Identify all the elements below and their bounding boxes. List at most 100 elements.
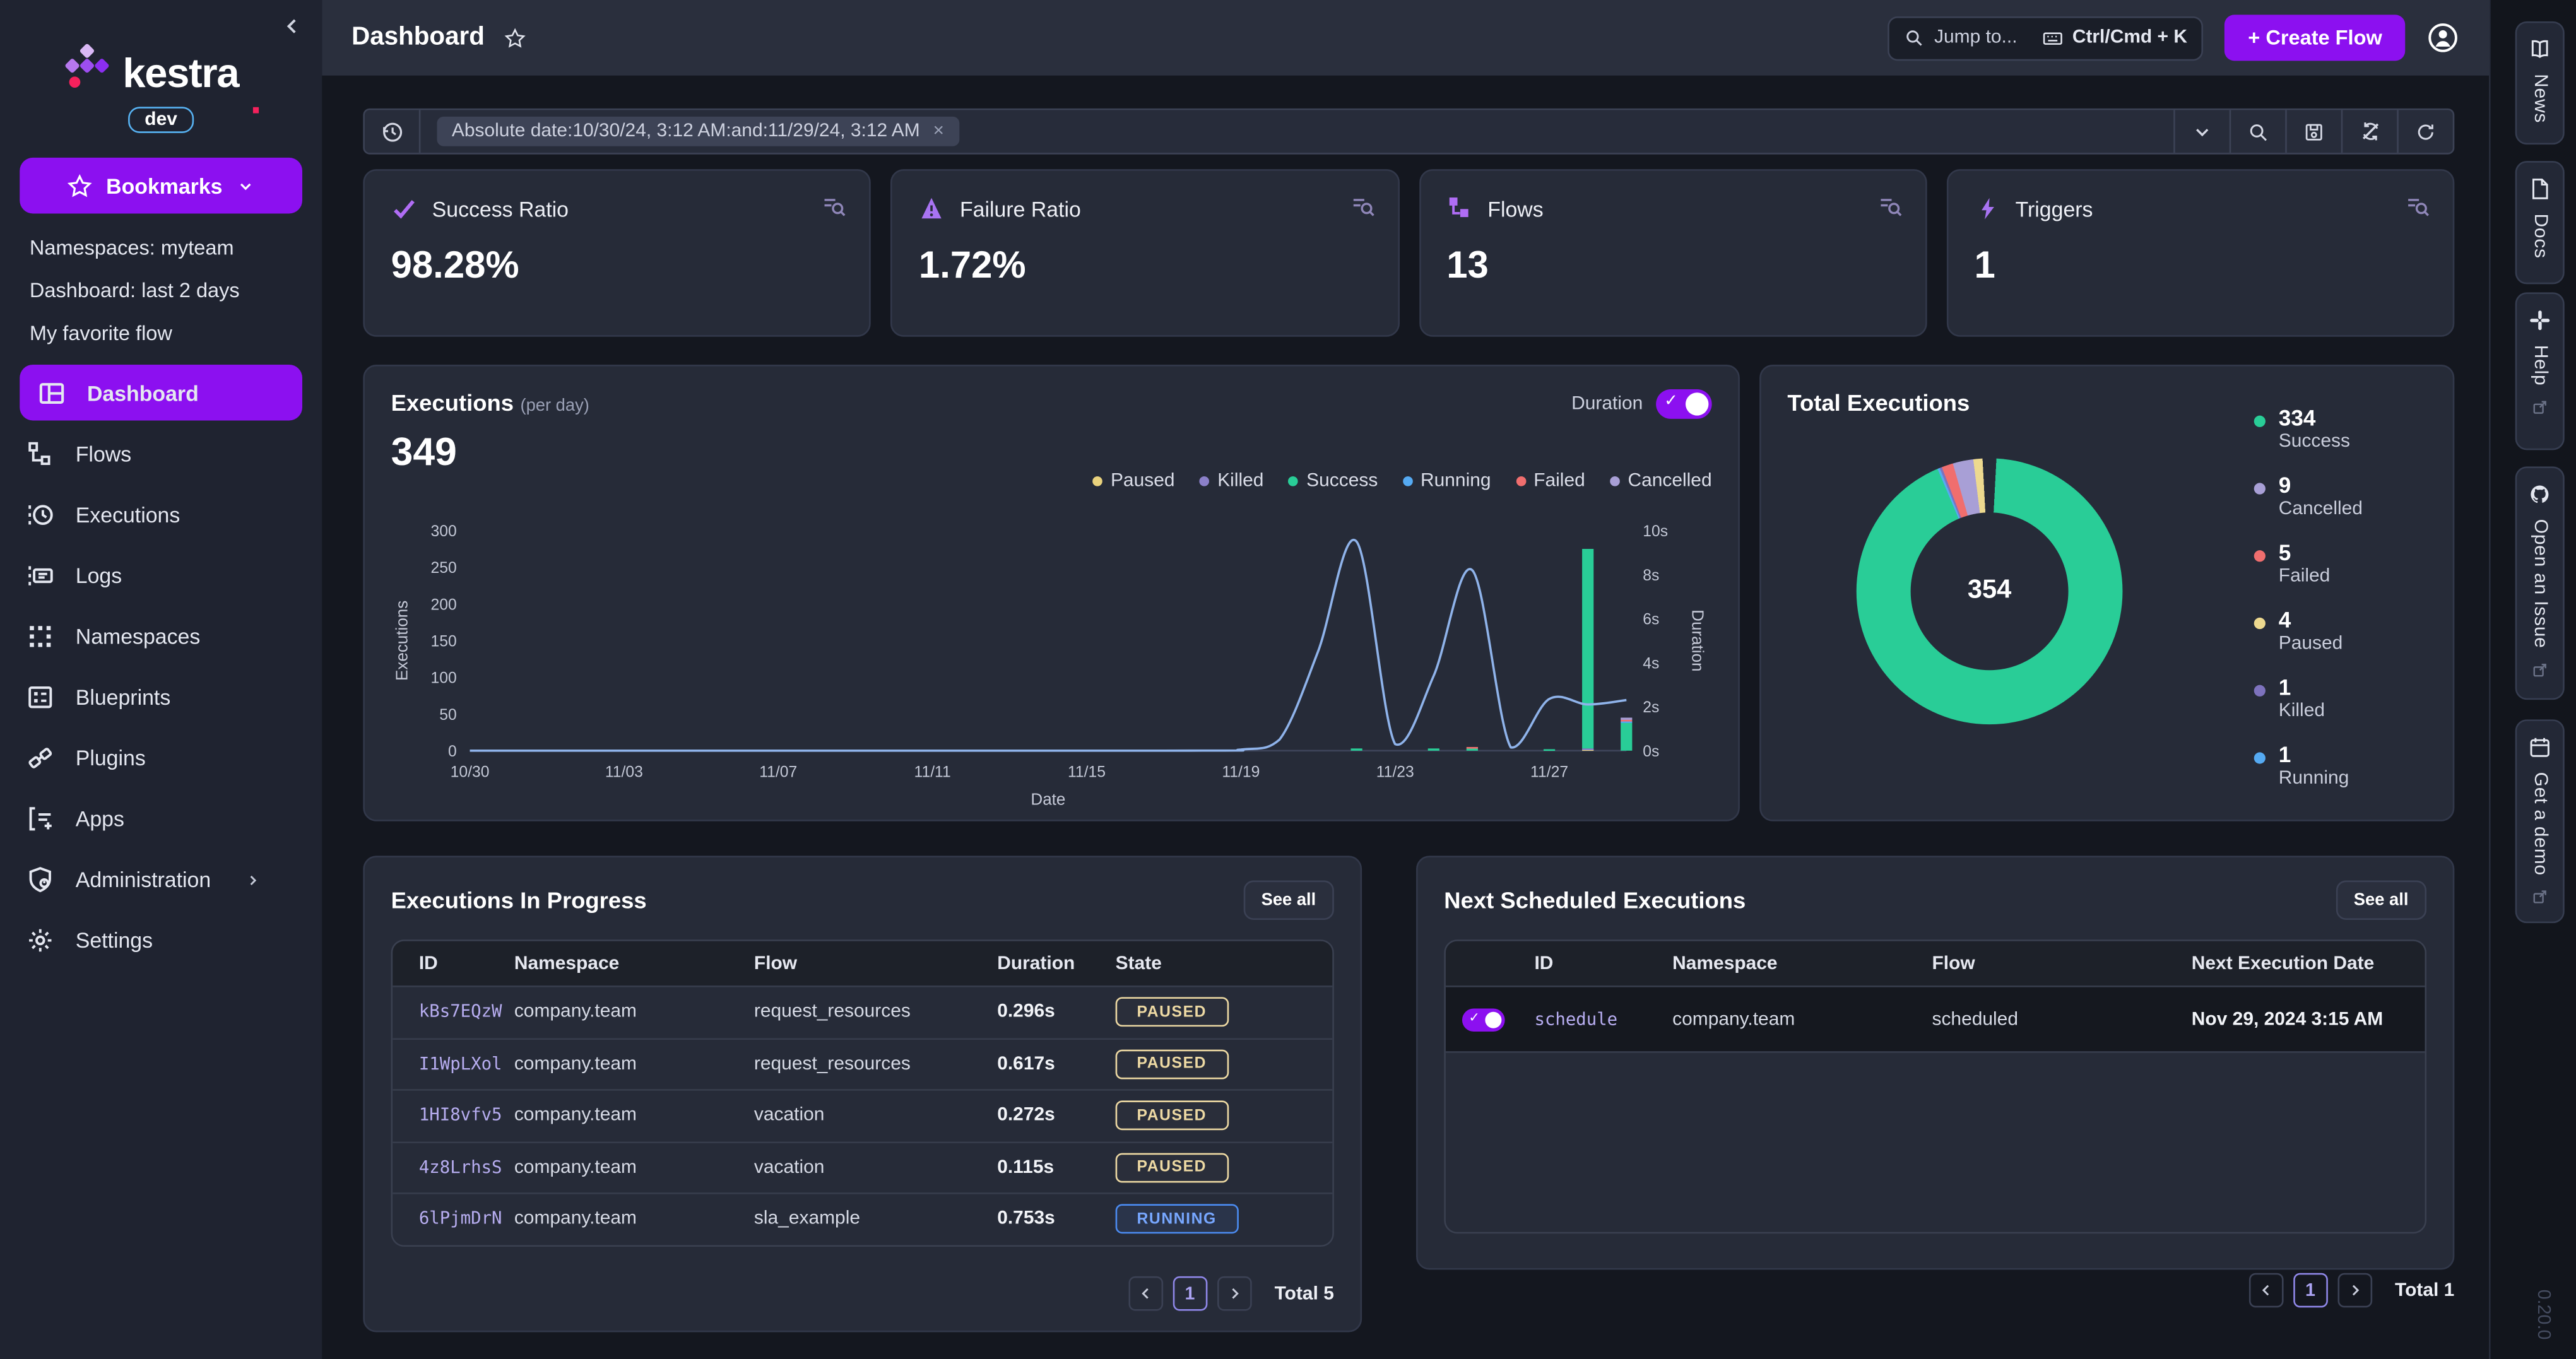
- table-row[interactable]: 4z8LrhsS company.team vacation 0.115s PA…: [393, 1141, 1332, 1192]
- execution-id-link[interactable]: I1WpLXol: [419, 1054, 514, 1074]
- triggers-card: Triggers 1: [1946, 169, 2454, 337]
- bookmarks-button[interactable]: Bookmarks: [20, 158, 302, 214]
- favorite-star-icon[interactable]: [504, 27, 526, 49]
- filter-search-icon[interactable]: [2230, 110, 2286, 153]
- sidebar-nav: Dashboard Flows Executions Logs: [0, 365, 322, 971]
- account-icon[interactable]: [2426, 21, 2459, 54]
- filter-history-icon[interactable]: [365, 110, 421, 153]
- table-row[interactable]: 1HI8vfv5 company.team vacation 0.272s PA…: [393, 1089, 1332, 1141]
- legend-dot: [2254, 550, 2266, 562]
- list-search-icon[interactable]: [2405, 194, 2430, 218]
- sidebar-item-settings[interactable]: Settings: [0, 910, 322, 970]
- filter-expand-icon[interactable]: [2173, 110, 2230, 153]
- see-all-button[interactable]: See all: [1243, 880, 1334, 919]
- svg-text:11/19: 11/19: [1222, 763, 1260, 780]
- status-badge: RUNNING: [1116, 1204, 1238, 1234]
- sidebar-item-blueprints[interactable]: Blueprints: [0, 667, 322, 727]
- table-row[interactable]: ✓ schedule company.team scheduled Nov 29…: [1446, 985, 2425, 1051]
- trigger-enabled-toggle[interactable]: ✓: [1462, 1008, 1505, 1030]
- docs-file-icon: [2528, 177, 2551, 200]
- pagination: 1 Total 5: [1128, 1276, 1334, 1311]
- svg-text:10/30: 10/30: [451, 763, 490, 780]
- status-badge: PAUSED: [1116, 1153, 1228, 1182]
- collapse-sidebar-icon[interactable]: [283, 16, 302, 36]
- sidebar-item-executions[interactable]: Executions: [0, 485, 322, 545]
- date-filter-chip[interactable]: Absolute date:10/30/24, 3:12 AM:and:11/2…: [437, 117, 959, 146]
- see-all-button[interactable]: See all: [2336, 880, 2426, 919]
- sidebar-item-dashboard[interactable]: Dashboard: [20, 365, 302, 421]
- namespaces-icon: [27, 623, 54, 650]
- bookmark-links: Namespaces: myteam Dashboard: last 2 day…: [30, 237, 322, 345]
- current-page-button[interactable]: 1: [2293, 1273, 2328, 1308]
- duration-toggle[interactable]: ✓: [1656, 389, 1712, 419]
- execution-id-link[interactable]: 1HI8vfv5: [419, 1106, 514, 1126]
- chip-close-icon[interactable]: ×: [933, 122, 944, 141]
- duration-toggle-label: Duration: [1571, 394, 1643, 414]
- card-title: Executions In Progress: [391, 887, 647, 914]
- table-row[interactable]: I1WpLXol company.team request_resources …: [393, 1037, 1332, 1089]
- executions-per-day-card: Executions(per day) 349 Duration ✓ Pause…: [363, 365, 1740, 821]
- bookmark-link[interactable]: Dashboard: last 2 days: [30, 279, 322, 302]
- card-subtitle: (per day): [520, 396, 589, 415]
- execution-id-link[interactable]: 6lPjmDrN: [419, 1209, 514, 1229]
- sidebar-item-administration[interactable]: Administration: [0, 849, 322, 910]
- executions-icon: [27, 501, 54, 529]
- prev-page-button[interactable]: [2248, 1273, 2283, 1308]
- execution-id-link[interactable]: 4z8LrhsS: [419, 1158, 514, 1177]
- environment-badge: dev: [128, 107, 194, 133]
- refresh-icon[interactable]: [2397, 110, 2453, 153]
- sidebar-item-flows[interactable]: Flows: [0, 424, 322, 485]
- search-icon: [1905, 28, 1924, 47]
- success-ratio-card: Success Ratio 98.28%: [363, 169, 871, 337]
- svg-text:11/27: 11/27: [1530, 763, 1568, 780]
- tab-news[interactable]: News: [2515, 21, 2565, 144]
- svg-text:250: 250: [430, 560, 456, 577]
- sidebar-item-logs[interactable]: Logs: [0, 545, 322, 606]
- top-bar: Dashboard Jump to... Ctrl/Cmd + K + Crea…: [322, 0, 2489, 76]
- status-badge: PAUSED: [1116, 1049, 1228, 1079]
- legend-dot: [1092, 476, 1102, 486]
- stat-label: Failure Ratio: [960, 196, 1081, 221]
- next-page-button[interactable]: [2337, 1273, 2372, 1308]
- stat-cards-row: Success Ratio 98.28% Failure Ratio 1.72%: [363, 169, 2454, 337]
- sidebar-item-plugins[interactable]: Plugins: [0, 727, 322, 788]
- legend-dot: [2254, 752, 2266, 763]
- tab-docs[interactable]: Docs: [2515, 161, 2565, 284]
- tab-help[interactable]: Help: [2515, 292, 2565, 450]
- administration-icon: [27, 866, 54, 893]
- tab-get-a-demo[interactable]: Get a demo: [2515, 719, 2565, 923]
- next-page-button[interactable]: [1217, 1276, 1251, 1311]
- chart-legend: Paused Killed Success Running Failed Can…: [1092, 471, 1711, 491]
- table-row[interactable]: 6lPjmDrN company.team sla_example 0.753s…: [393, 1192, 1332, 1244]
- table-row[interactable]: kBs7EQzW company.team request_resources …: [393, 985, 1332, 1037]
- svg-text:6s: 6s: [1643, 611, 1659, 628]
- list-search-icon[interactable]: [822, 194, 846, 218]
- brand-name: kestra: [122, 56, 239, 92]
- stat-value: 1: [1975, 243, 2427, 287]
- jump-to-search[interactable]: Jump to... Ctrl/Cmd + K: [1888, 16, 2204, 60]
- executions-donut-chart: 354: [1857, 458, 2123, 724]
- save-filter-icon[interactable]: [2285, 110, 2341, 153]
- chevron-down-icon: [237, 177, 256, 195]
- current-page-button[interactable]: 1: [1173, 1276, 1207, 1311]
- search-placeholder: Jump to...: [1934, 28, 2033, 47]
- list-search-icon[interactable]: [1877, 194, 1902, 218]
- list-search-icon[interactable]: [1350, 194, 1374, 218]
- auto-refresh-off-icon[interactable]: [2341, 110, 2397, 153]
- bookmark-link[interactable]: My favorite flow: [30, 322, 322, 344]
- execution-id-link[interactable]: kBs7EQzW: [419, 1003, 514, 1022]
- tab-open-an-issue[interactable]: Open an Issue: [2515, 466, 2565, 700]
- bookmark-link[interactable]: Namespaces: myteam: [30, 237, 322, 259]
- apps-icon: [27, 805, 54, 833]
- sidebar-item-namespaces[interactable]: Namespaces: [0, 606, 322, 667]
- svg-text:0: 0: [448, 743, 457, 760]
- sidebar-item-apps[interactable]: Apps: [0, 789, 322, 849]
- logs-icon: [27, 562, 54, 589]
- stat-label: Triggers: [2016, 196, 2093, 221]
- prev-page-button[interactable]: [1128, 1276, 1163, 1311]
- create-flow-button[interactable]: + Create Flow: [2225, 15, 2405, 61]
- svg-text:4s: 4s: [1643, 655, 1659, 672]
- news-book-icon: [2528, 38, 2551, 61]
- kestra-dashboard: kestra. dev Bookmarks Namespaces: myteam…: [0, 0, 2576, 1359]
- status-badge: PAUSED: [1116, 1101, 1228, 1131]
